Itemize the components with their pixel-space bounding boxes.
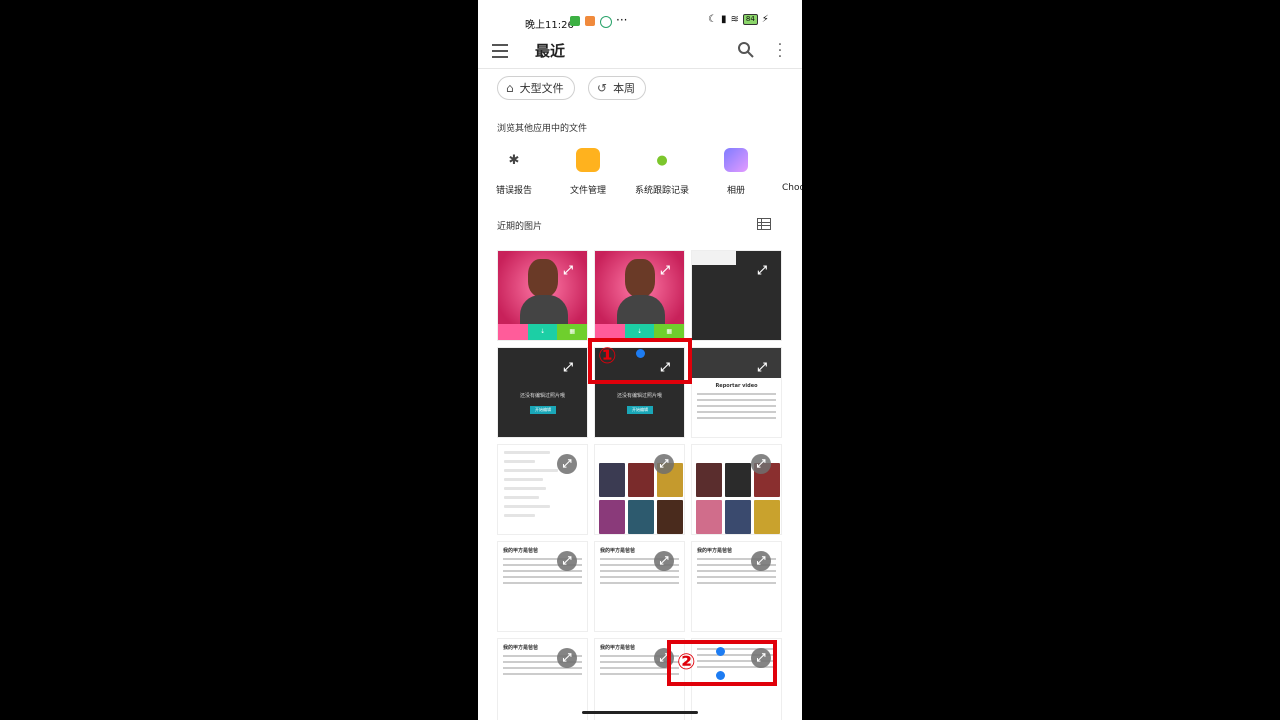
notification-icon bbox=[600, 16, 612, 28]
search-icon[interactable] bbox=[736, 40, 756, 60]
app-gallery[interactable]: 相册 bbox=[704, 148, 768, 196]
tile-button: 开始编辑 bbox=[530, 406, 556, 414]
tile-button: 开始编辑 bbox=[627, 406, 653, 414]
expand-icon[interactable]: ⤢ bbox=[561, 263, 575, 277]
expand-icon[interactable]: ⤢ bbox=[557, 551, 577, 571]
expand-icon[interactable]: ⤢ bbox=[654, 551, 674, 571]
annotation-number: ② bbox=[677, 650, 696, 675]
chip-label: 大型文件 bbox=[519, 82, 564, 95]
notification-icon bbox=[570, 16, 580, 26]
expand-icon[interactable]: ⤢ bbox=[654, 454, 674, 474]
image-tile[interactable]: ⇣ ▦ ⤢ bbox=[497, 250, 588, 341]
touch-dot bbox=[636, 349, 645, 358]
report-dialog: Reportar video bbox=[692, 378, 781, 428]
expand-icon[interactable]: ⤢ bbox=[751, 454, 771, 474]
app-choose[interactable]: Choo bbox=[764, 148, 802, 193]
signal-icon: ▮ bbox=[720, 14, 727, 25]
poster-grid bbox=[696, 463, 780, 534]
phone-screen: 晚上11:26 ··· ☾ ▮ ≋ 84 ⚡ 最近 · · · ⌂ 大型文件 ↺ 本… bbox=[478, 0, 802, 720]
app-label: 错误报告 bbox=[495, 186, 532, 196]
image-tile[interactable]: ⤢ bbox=[691, 250, 782, 341]
image-tile[interactable]: 我的甲方是爸爸 ⤢ bbox=[497, 541, 588, 632]
app-system-trace[interactable]: ● 系统跟踪记录 bbox=[630, 148, 694, 197]
image-tile[interactable]: ⤢ bbox=[691, 444, 782, 535]
bug-icon: ✱ bbox=[508, 152, 520, 168]
status-more-icon: ··· bbox=[616, 13, 628, 27]
annotation-box-1: ① bbox=[588, 338, 692, 384]
touch-dot bbox=[716, 647, 725, 656]
expand-icon[interactable]: ⤢ bbox=[561, 360, 575, 374]
tile-message: 还没有编辑过照片哦 bbox=[519, 393, 565, 399]
expand-icon[interactable]: ⤢ bbox=[755, 360, 769, 374]
list-view-icon[interactable] bbox=[757, 218, 771, 230]
app-icon bbox=[771, 148, 795, 172]
report-title: Reportar video bbox=[715, 383, 758, 389]
home-indicator[interactable] bbox=[582, 711, 698, 714]
expand-icon[interactable]: ⤢ bbox=[658, 263, 672, 277]
app-file-manager[interactable]: 文件管理 bbox=[556, 148, 620, 196]
android-icon: ● bbox=[656, 152, 668, 168]
expand-icon[interactable]: ⤢ bbox=[557, 648, 577, 668]
touch-dot bbox=[716, 671, 725, 680]
poster-grid bbox=[599, 463, 683, 534]
app-label: 文件管理 bbox=[569, 186, 606, 196]
tile-message: 还没有编辑过照片哦 bbox=[616, 393, 662, 399]
status-right: ☾ ▮ ≋ 84 ⚡ bbox=[708, 14, 769, 25]
page-title: 最近 bbox=[535, 42, 566, 60]
chip-this-week[interactable]: ↺ 本周 bbox=[588, 76, 647, 100]
status-time: 晚上11:26 bbox=[525, 20, 574, 31]
menu-icon[interactable] bbox=[492, 44, 508, 58]
folder-icon bbox=[576, 148, 600, 172]
expand-icon[interactable]: ⤢ bbox=[755, 263, 769, 277]
image-tile[interactable]: 我的甲方是爸爸 ⤢ bbox=[497, 638, 588, 720]
expand-icon[interactable]: ⤢ bbox=[557, 454, 577, 474]
image-tile[interactable]: 我的甲方是爸爸 ⤢ bbox=[594, 541, 685, 632]
tag-icon: ⌂ bbox=[506, 81, 514, 95]
battery-icon: 84 bbox=[742, 14, 758, 25]
more-options-icon[interactable]: · · · bbox=[776, 38, 784, 64]
image-tile[interactable]: 我的甲方是爸爸 ⤢ bbox=[691, 541, 782, 632]
image-tile[interactable]: 还没有编辑过照片哦 开始编辑 ⤢ bbox=[497, 347, 588, 438]
moon-icon: ☾ bbox=[708, 14, 717, 25]
app-bar: 最近 · · · bbox=[478, 36, 802, 69]
image-tile[interactable]: ⤢ bbox=[594, 444, 685, 535]
apps-row: ✱ 错误报告 文件管理 ● 系统跟踪记录 相册 Choo bbox=[478, 148, 802, 204]
wifi-icon: ≋ bbox=[730, 14, 739, 25]
app-label: 相册 bbox=[726, 186, 745, 196]
gallery-icon bbox=[724, 148, 748, 172]
expand-icon[interactable]: ⤢ bbox=[751, 551, 771, 571]
browse-section-label: 浏览其他应用中的文件 bbox=[497, 124, 588, 134]
history-icon: ↺ bbox=[597, 81, 608, 95]
image-tile[interactable]: Reportar video ⤢ bbox=[691, 347, 782, 438]
status-bar: 晚上11:26 ··· ☾ ▮ ≋ 84 ⚡ bbox=[478, 0, 802, 40]
app-label: 系统跟踪记录 bbox=[634, 186, 689, 196]
chip-label: 本周 bbox=[613, 82, 636, 95]
annotation-number: ① bbox=[598, 344, 617, 369]
chip-large-files[interactable]: ⌂ 大型文件 bbox=[497, 76, 575, 100]
recent-images-label: 近期的图片 bbox=[497, 222, 543, 232]
image-tile[interactable]: ⇣ ▦ ⤢ bbox=[594, 250, 685, 341]
image-tile[interactable]: ⤢ bbox=[497, 444, 588, 535]
notification-icon bbox=[585, 16, 595, 26]
charging-icon: ⚡ bbox=[761, 14, 769, 25]
app-bug-report[interactable]: ✱ 错误报告 bbox=[482, 148, 546, 197]
app-label: Choo bbox=[782, 183, 802, 193]
